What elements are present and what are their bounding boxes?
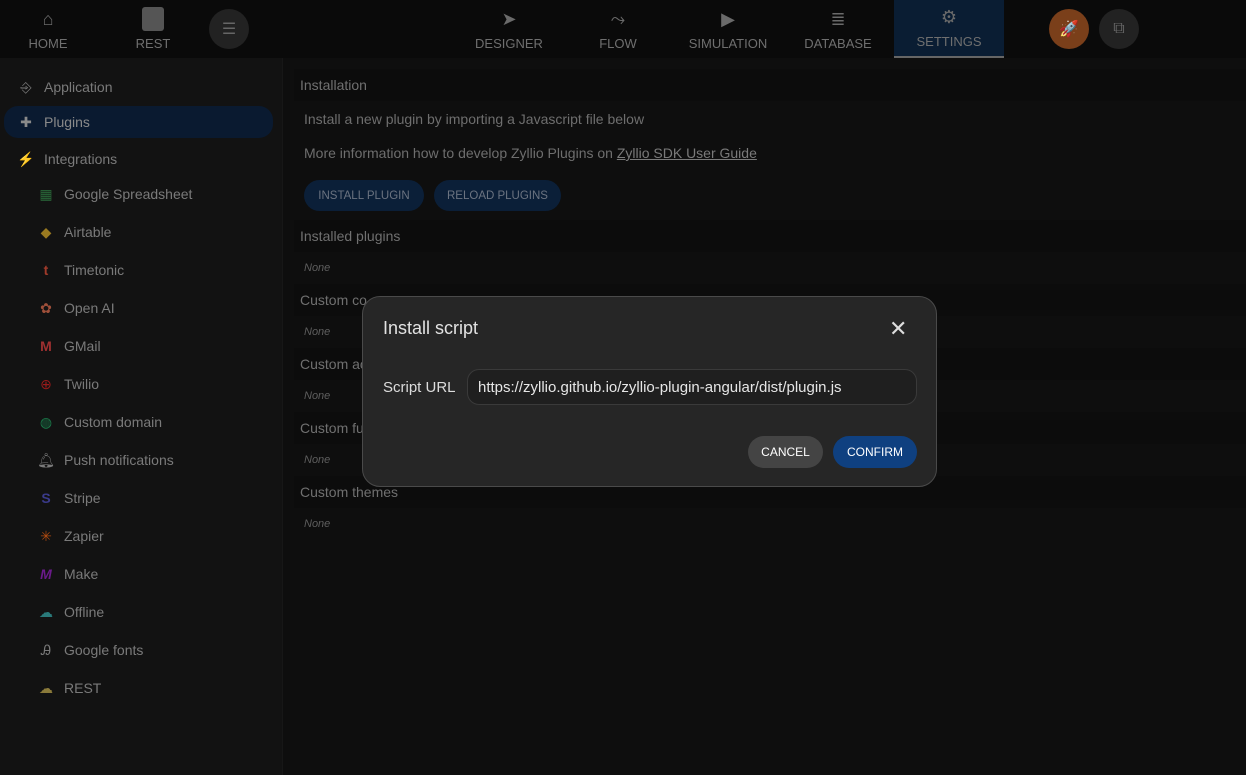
timetonic-icon: t	[43, 262, 49, 278]
sidebar-item-twilio[interactable]: ⊕ Twilio	[36, 368, 99, 400]
play-icon: ▶	[721, 8, 735, 29]
cursor-icon: ➤	[501, 8, 517, 29]
sidebar-item-zapier[interactable]: ✳ Zapier	[36, 520, 104, 552]
section-value: None	[304, 454, 331, 466]
sidebar-item-push-notifications[interactable]: 🔔︎ Push notifications	[36, 444, 174, 476]
sidebar-item-openai[interactable]: ✿ Open AI	[36, 292, 114, 324]
tab-simulation[interactable]: ▶ SIMULATION	[678, 0, 778, 58]
tab-settings[interactable]: ⚙ SETTINGS	[894, 0, 1004, 58]
airtable-icon: ◆	[40, 223, 52, 240]
reload-plugins-button[interactable]: RELOAD PLUGINS	[434, 180, 561, 211]
cloud-upload-icon: ☁	[39, 679, 53, 696]
plug-icon: ⚡	[17, 150, 35, 167]
nav-rest[interactable]: REST	[103, 0, 203, 58]
sidebar-item-gmail[interactable]: M GMail	[36, 330, 100, 362]
install-script-dialog: Install script ✕ Script URL CANCEL CONFI…	[362, 296, 937, 487]
rocket-icon: 🚀	[1059, 21, 1079, 38]
section-value: None	[304, 518, 331, 530]
sidebar-item-stripe[interactable]: S Stripe	[36, 482, 100, 514]
install-intro-text: Install a new plugin by importing a Java…	[304, 111, 645, 127]
sidebar-item-offline[interactable]: ☁ Offline	[36, 596, 104, 628]
make-icon: M	[40, 566, 52, 582]
sidebar-item-google-fonts[interactable]: Ꭿ Google fonts	[36, 634, 143, 666]
close-icon[interactable]: ✕	[889, 316, 907, 342]
sidebar-item-integrations[interactable]: ⚡ Integrations	[4, 143, 273, 175]
sidebar-item-make[interactable]: M Make	[36, 558, 98, 590]
font-icon: Ꭿ	[40, 641, 52, 658]
menu-icon: ☰	[221, 21, 237, 38]
sidebar: ⎆ Application ✚ Plugins ⚡ Integrations ▦ Goo…	[0, 58, 283, 775]
section-header: Installed plugins	[294, 220, 1246, 252]
more-info-text: More information how to develop Zyllio P…	[304, 145, 757, 161]
cancel-button[interactable]: CANCEL	[748, 436, 823, 468]
gmail-icon: M	[40, 338, 52, 354]
publish-button[interactable]: 🚀	[1049, 9, 1089, 49]
flow-icon: ⤳	[610, 8, 626, 29]
openai-icon: ✿	[40, 299, 52, 316]
tab-designer[interactable]: ➤ DESIGNER	[459, 0, 559, 58]
open-external-button[interactable]: ⧉	[1099, 9, 1139, 49]
tab-database[interactable]: ≣ DATABASE	[788, 0, 888, 58]
install-plugin-button[interactable]: INSTALL PLUGIN	[304, 180, 424, 211]
sdk-guide-link[interactable]: Zyllio SDK User Guide	[617, 145, 757, 161]
google-sheets-icon: ▦	[39, 185, 53, 202]
confirm-button[interactable]: CONFIRM	[833, 436, 917, 468]
top-bar: ⌂ HOME REST ☰ ➤ DESIGNER ⤳ FLOW ▶ SIMULATION…	[0, 0, 1246, 58]
section-value: None	[304, 262, 331, 274]
sidebar-item-application[interactable]: ⎆ Application	[4, 71, 273, 103]
section-value: None	[304, 326, 331, 338]
menu-toggle-button[interactable]: ☰	[209, 9, 249, 49]
zapier-icon: ✳	[40, 527, 52, 544]
cloud-off-icon: ☁	[39, 603, 53, 620]
globe-icon: ◍	[39, 413, 53, 430]
sidebar-item-custom-domain[interactable]: ◍ Custom domain	[36, 406, 162, 438]
section-value: None	[304, 390, 331, 402]
external-link-icon: ⧉	[1113, 20, 1125, 37]
stripe-icon: S	[41, 490, 51, 506]
script-url-label: Script URL	[383, 379, 456, 396]
dialog-title: Install script	[383, 318, 479, 338]
script-url-input[interactable]	[467, 369, 917, 405]
home-icon: ⌂	[42, 8, 54, 29]
document-icon	[142, 7, 164, 31]
application-icon: ⎆	[20, 78, 32, 95]
nav-home[interactable]: ⌂ HOME	[0, 0, 98, 58]
bell-icon: 🔔︎	[37, 451, 55, 468]
sidebar-item-timetonic[interactable]: t Timetonic	[36, 254, 125, 286]
sidebar-item-rest[interactable]: ☁ REST	[36, 672, 101, 704]
database-icon: ≣	[830, 8, 846, 29]
sidebar-item-google-spreadsheet[interactable]: ▦ Google Spreadsheet	[36, 178, 192, 210]
section-header-installation: Installation	[294, 69, 1246, 101]
twilio-icon: ⊕	[40, 375, 52, 392]
sidebar-item-airtable[interactable]: ◆ Airtable	[36, 216, 112, 248]
gear-icon: ⚙	[940, 6, 958, 27]
tab-flow[interactable]: ⤳ FLOW	[568, 0, 668, 58]
sidebar-item-plugins[interactable]: ✚ Plugins	[4, 106, 273, 138]
puzzle-icon: ✚	[20, 113, 32, 130]
